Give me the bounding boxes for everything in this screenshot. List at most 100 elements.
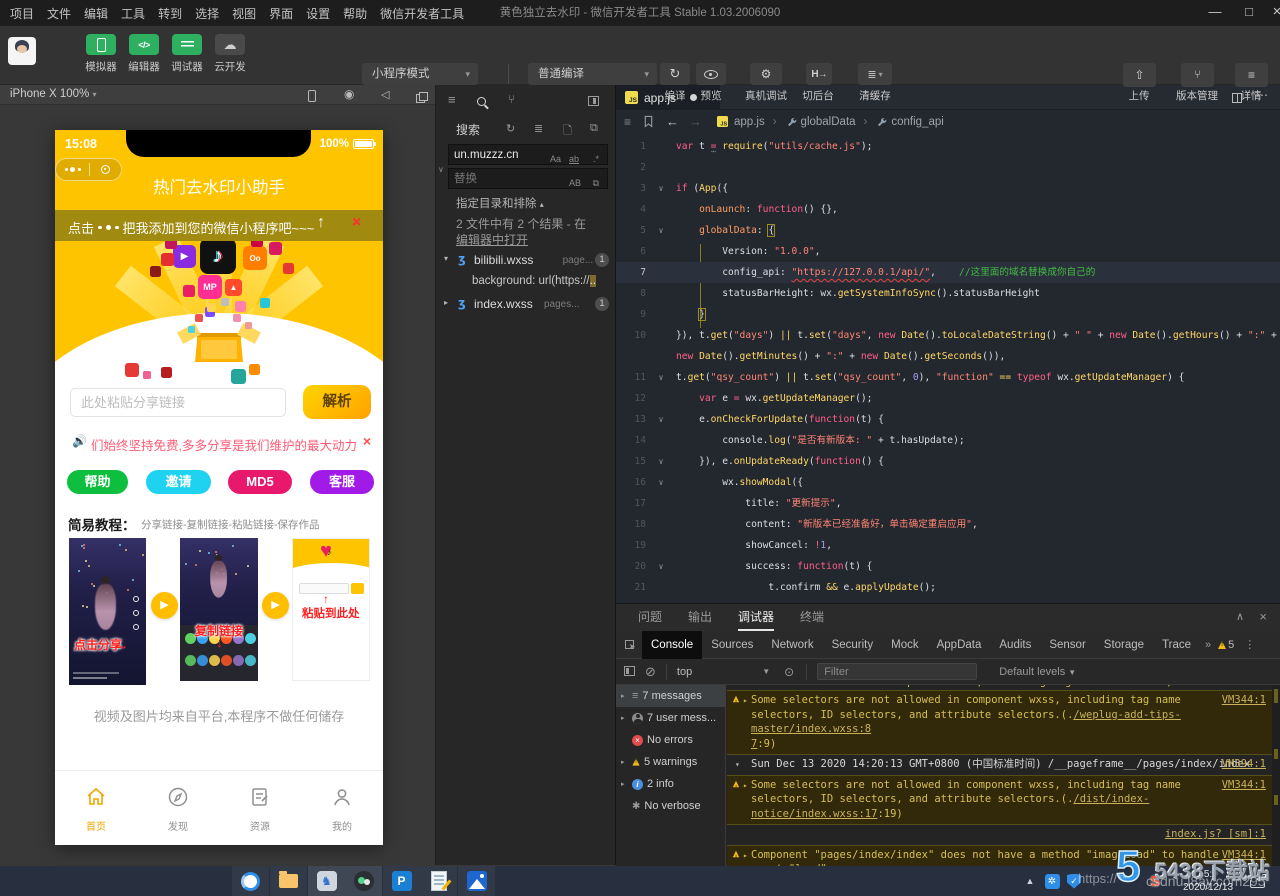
git-icon[interactable]: ⑂ <box>508 92 515 106</box>
close-debugger-icon[interactable]: × <box>1259 609 1267 624</box>
console-scrollbar[interactable] <box>1272 685 1280 866</box>
search-result-match[interactable]: background: url(https://.. <box>436 271 617 293</box>
devtools-tab-Storage[interactable]: Storage <box>1095 631 1153 659</box>
phone-tab-我的[interactable]: 我的 <box>312 785 372 833</box>
clear-results-icon[interactable]: ≣ <box>534 122 543 135</box>
search-result-file[interactable]: ▸ʒindex.wxsspages...1 <box>436 293 617 315</box>
tray-sogou-icon[interactable]: S <box>1146 866 1164 896</box>
avatar[interactable] <box>8 37 36 65</box>
sound-icon[interactable]: ◁ <box>381 88 389 101</box>
search-input[interactable]: un.muzzz.cn Aa ab .* <box>448 144 608 165</box>
vm-link[interactable]: VM394:1 <box>1222 757 1266 772</box>
whole-word-icon[interactable]: ab <box>569 149 579 170</box>
devtools-tab-Mock[interactable]: Mock <box>882 631 927 659</box>
explorer-icon[interactable]: ≡ <box>448 92 456 107</box>
match-case-icon[interactable]: Aa <box>550 149 561 170</box>
to-background-button[interactable]: H→ <box>806 63 832 85</box>
minimize-button[interactable]: — <box>1200 0 1230 26</box>
taskbar-wechat-devtools[interactable] <box>345 866 382 896</box>
taskbar-qq-browser[interactable] <box>232 866 269 896</box>
debugger-tab-终端[interactable]: 终端 <box>800 604 824 631</box>
phone-tab-首页[interactable]: 首页 <box>66 785 126 833</box>
devtools-tab-AppData[interactable]: AppData <box>928 631 991 659</box>
replace-all-icon[interactable]: ⧉ <box>593 173 599 194</box>
regex-icon[interactable]: .* <box>593 149 599 170</box>
console-sidebar-icon[interactable] <box>624 663 635 681</box>
toggle-replace-icon[interactable]: ∨ <box>438 165 444 174</box>
share-link-input[interactable]: 此处粘贴分享链接 <box>70 388 286 417</box>
eye-icon[interactable]: ⊙ <box>784 665 794 679</box>
device-select[interactable]: iPhone X 100% ▾ <box>10 88 97 100</box>
source-link[interactable]: /dist/index-notice/index.wxss:17 <box>751 793 1149 820</box>
float-window-icon[interactable] <box>416 90 425 108</box>
tray-expand-icon[interactable]: ▲ <box>1022 866 1038 896</box>
collapse-debugger-icon[interactable]: ∧ <box>1236 610 1244 623</box>
tray-chat-icon[interactable]: ✲ <box>1042 866 1062 896</box>
console-filter-No errors[interactable]: ×No errors <box>616 729 726 751</box>
console-filter-No verbose[interactable]: ✱No verbose <box>616 795 726 817</box>
devtools-tab-Security[interactable]: Security <box>823 631 883 659</box>
refresh-icon[interactable]: ↻ <box>506 122 515 135</box>
exit-icon[interactable] <box>90 165 121 174</box>
vm-link[interactable]: VM344:1 <box>1222 848 1266 863</box>
taskbar-explorer[interactable] <box>270 866 307 896</box>
taskbar-clock[interactable]: 15:02020/12/13 <box>1178 868 1238 894</box>
inspect-icon[interactable]: ➤ <box>616 636 642 654</box>
phone-button-邀请[interactable]: 邀请 <box>146 470 211 494</box>
devtools-tab-Network[interactable]: Network <box>762 631 822 659</box>
more-icon[interactable] <box>56 167 89 172</box>
search-icon[interactable] <box>477 93 486 111</box>
open-in-editor-link[interactable]: 编辑器中打开 <box>456 233 528 247</box>
console-filter-input[interactable]: Filter <box>817 663 977 680</box>
taskbar-photos[interactable] <box>458 866 495 896</box>
maximize-button[interactable]: □ <box>1234 0 1264 26</box>
debugger-tab-输出[interactable]: 输出 <box>688 604 712 631</box>
phone-tab-资源[interactable]: 资源 <box>230 785 290 833</box>
replace-input[interactable]: 替换 AB ⧉ <box>448 168 608 189</box>
taskbar-notepad[interactable] <box>420 866 457 896</box>
phone-button-客服[interactable]: 客服 <box>310 470 374 494</box>
devtools-tab-Sources[interactable]: Sources <box>702 631 762 659</box>
compile-select[interactable]: 普通编译▾ <box>528 63 657 85</box>
forward-icon[interactable]: → <box>689 114 702 129</box>
close-button[interactable]: × <box>1262 0 1280 26</box>
mode-select[interactable]: 小程序模式▾ <box>362 63 478 85</box>
more-tabs-icon[interactable]: » <box>1200 639 1216 651</box>
tray-shield-icon[interactable]: ✓ <box>1064 866 1084 896</box>
compile-button[interactable]: ↻ <box>660 63 690 85</box>
clear-console-icon[interactable]: ⊘ <box>645 664 656 680</box>
console-filter-5 warnings[interactable]: ▸5 warnings <box>616 751 726 773</box>
bookmark-icon[interactable] <box>643 115 654 128</box>
notification-icon[interactable]: 2 <box>1246 866 1268 896</box>
devtools-tab-Trace[interactable]: Trace <box>1153 631 1200 659</box>
search-result-file[interactable]: ▾ʒbilibili.wxsspage...1 <box>436 249 617 271</box>
phone-button-MD5[interactable]: MD5 <box>228 470 292 494</box>
phone-icon[interactable] <box>308 89 316 107</box>
context-select[interactable]: top <box>677 666 692 678</box>
devtools-tab-Console[interactable]: Console <box>642 631 702 659</box>
detail-button[interactable]: ≡ <box>1235 63 1268 87</box>
new-search-icon[interactable]: 🗋 <box>563 122 572 141</box>
record-icon[interactable]: ◉ <box>344 87 354 101</box>
code-area[interactable]: ⋯1var t = require("utils/cache.js");23∨i… <box>616 133 1280 603</box>
console-filter-7 user mess...[interactable]: ▸7 user mess... <box>616 707 726 729</box>
log-levels-select[interactable]: Default levels ▼ <box>999 666 1076 678</box>
taskbar-app[interactable]: ♞ <box>308 866 345 896</box>
collapse-all-icon[interactable]: ⧉ <box>590 122 598 135</box>
phone-tab-发现[interactable]: 发现 <box>148 785 208 833</box>
parse-button[interactable]: 解析 <box>303 385 371 419</box>
back-icon[interactable]: ← <box>666 114 679 129</box>
source-link[interactable]: index.js? [sm]:1 <box>1165 827 1266 842</box>
banner-close-icon[interactable]: × <box>352 214 361 232</box>
debugger-tab-问题[interactable]: 问题 <box>638 604 662 631</box>
remote-debug-button[interactable]: ⚙ <box>750 63 782 85</box>
devtools-tab-Sensor[interactable]: Sensor <box>1040 631 1094 659</box>
notice-close-icon[interactable]: × <box>363 433 371 449</box>
taskbar-pycharm[interactable]: P <box>383 866 420 896</box>
vm-link[interactable]: VM344:1 <box>1222 778 1266 793</box>
devtools-tab-Audits[interactable]: Audits <box>990 631 1040 659</box>
phone-button-帮助[interactable]: 帮助 <box>67 470 128 494</box>
search-details-toggle[interactable]: 指定目录和排除 ▴ <box>456 195 544 211</box>
console-filter-7 messages[interactable]: ▸≡7 messages <box>616 685 726 707</box>
preview-button[interactable] <box>696 63 726 85</box>
